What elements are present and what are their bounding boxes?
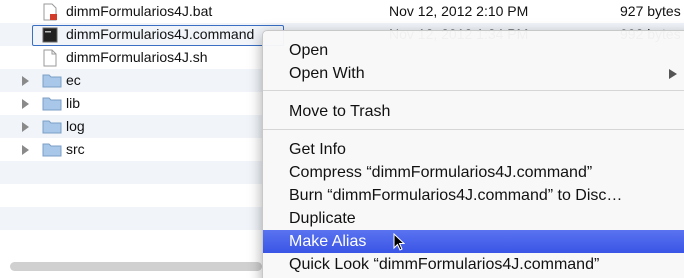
menu-item-duplicate[interactable]: Duplicate: [263, 207, 684, 230]
finder-window: dimmFormularios4J.bat Nov 12, 2012 2:10 …: [0, 0, 684, 278]
menu-item-label: Make Alias: [289, 233, 367, 250]
menu-item-open[interactable]: Open: [263, 39, 684, 62]
file-row-bat[interactable]: dimmFormularios4J.bat Nov 12, 2012 2:10 …: [0, 0, 684, 23]
menu-separator: [263, 90, 684, 91]
menu-item-label: Compress “dimmFormularios4J.command”: [289, 164, 593, 181]
menu-item-label: Get Info: [289, 141, 346, 158]
menu-item-burn[interactable]: Burn “dimmFormularios4J.command” to Disc…: [263, 184, 684, 207]
file-size: 927 bytes: [620, 3, 681, 19]
menu-item-label: Move to Trash: [289, 103, 391, 120]
folder-name: ec: [66, 72, 81, 88]
file-date: Nov 12, 2012 2:10 PM: [389, 3, 529, 19]
submenu-arrow-icon: [669, 69, 677, 79]
disclosure-triangle-icon[interactable]: [22, 76, 29, 86]
menu-item-label: Burn “dimmFormularios4J.command” to Disc…: [289, 187, 623, 204]
disclosure-triangle-icon[interactable]: [22, 122, 29, 132]
menu-item-make-alias[interactable]: Make Alias: [263, 230, 684, 253]
horizontal-scrollbar[interactable]: [10, 262, 262, 271]
menu-item-compress[interactable]: Compress “dimmFormularios4J.command”: [263, 161, 684, 184]
folder-icon: [42, 95, 62, 114]
context-menu: Open Open With Move to Trash Get Info Co…: [262, 30, 684, 278]
selection-outline: [32, 25, 284, 46]
file-name: dimmFormularios4J.sh: [66, 49, 208, 65]
menu-item-quick-look[interactable]: Quick Look “dimmFormularios4J.command”: [263, 253, 684, 276]
menu-item-label: Quick Look “dimmFormularios4J.command”: [289, 256, 600, 273]
folder-name: lib: [66, 95, 81, 111]
file-name: dimmFormularios4J.bat: [66, 3, 213, 19]
menu-separator: [263, 129, 684, 130]
folder-icon: [42, 141, 62, 160]
folder-icon: [42, 118, 62, 137]
folder-name: src: [66, 141, 85, 157]
menu-item-label: Open: [289, 42, 329, 59]
menu-item-open-with[interactable]: Open With: [263, 62, 684, 85]
bat-file-icon: [42, 3, 58, 24]
menu-item-get-info[interactable]: Get Info: [263, 138, 684, 161]
document-icon: [42, 49, 58, 70]
menu-item-label: Open With: [289, 65, 365, 82]
disclosure-triangle-icon[interactable]: [22, 99, 29, 109]
menu-item-label: Duplicate: [289, 210, 356, 227]
disclosure-triangle-icon[interactable]: [22, 145, 29, 155]
folder-icon: [42, 72, 62, 91]
folder-name: log: [66, 118, 85, 134]
menu-item-move-to-trash[interactable]: Move to Trash: [263, 100, 684, 123]
